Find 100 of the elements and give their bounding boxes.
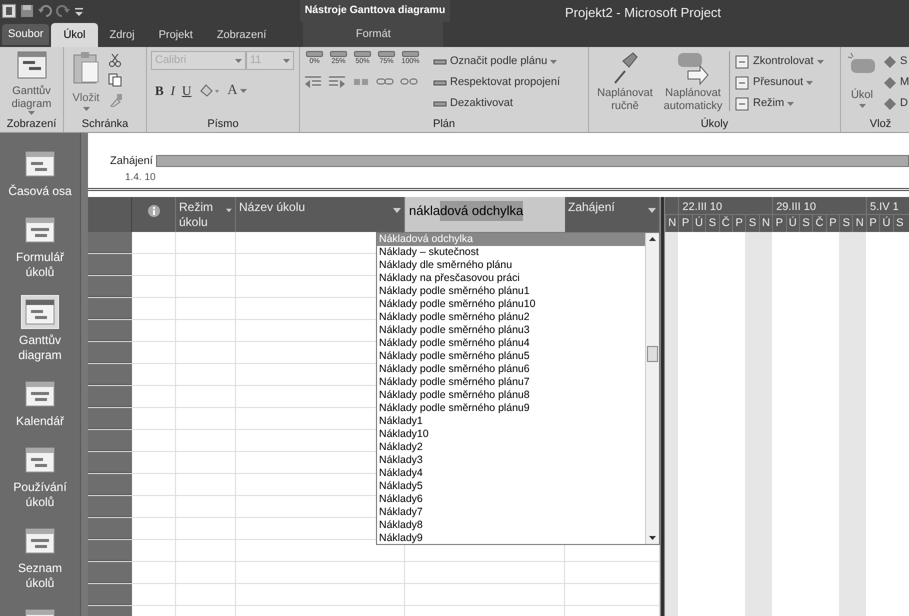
command-icon xyxy=(734,74,750,90)
row-header[interactable] xyxy=(88,474,132,495)
day-label: P xyxy=(682,216,690,232)
column-header[interactable]: Režim úkolu xyxy=(176,197,236,232)
command-icon xyxy=(883,96,897,110)
caret-icon xyxy=(82,106,90,110)
group-label: Písmo xyxy=(207,116,239,132)
file-tab[interactable]: Soubor xyxy=(2,24,50,45)
dropdown-option[interactable]: Náklady podle směrného plánu9 xyxy=(377,402,645,415)
dropdown-option[interactable]: Náklady dle směrného plánu xyxy=(377,259,645,272)
pane-splitter[interactable] xyxy=(660,197,665,616)
format-button[interactable]: B xyxy=(155,80,164,100)
ribbon-command[interactable]: Označit podle plánu xyxy=(433,51,560,72)
format-button[interactable]: I xyxy=(170,80,176,100)
scrollbar[interactable] xyxy=(645,233,659,544)
dropdown-option[interactable]: Náklady10 xyxy=(377,428,645,441)
view-button[interactable]: Používání úkolů xyxy=(2,444,78,510)
row-header[interactable] xyxy=(88,364,132,385)
view-button[interactable]: Časová osa xyxy=(2,148,78,199)
caret-icon xyxy=(235,58,242,62)
day-label: Ú xyxy=(788,216,797,232)
dropdown-option[interactable]: Náklady podle směrného plánu5 xyxy=(377,350,645,363)
row-header[interactable] xyxy=(88,254,132,275)
paint-bucket-icon xyxy=(198,82,220,98)
view-button[interactable]: Ganttův diagram xyxy=(2,295,78,363)
group-label: Plán xyxy=(432,116,456,132)
dropdown-option[interactable]: Náklady podle směrného plánu6 xyxy=(377,363,645,376)
dropdown-option[interactable]: Náklady2 xyxy=(377,441,645,454)
dropdown-option[interactable]: Náklady podle směrného plánu7 xyxy=(377,376,645,389)
row-header[interactable] xyxy=(88,408,132,429)
row-header[interactable] xyxy=(88,584,132,605)
row-header[interactable] xyxy=(88,452,132,473)
ribbon-command[interactable]: Dezaktivovat xyxy=(433,93,560,114)
group-label: Úkoly xyxy=(700,116,728,132)
schedule-button[interactable]: Naplánovat automaticky xyxy=(661,51,725,113)
day-label: S xyxy=(802,216,810,232)
scissors-icon xyxy=(108,53,122,67)
row-header[interactable] xyxy=(88,342,132,363)
scroll-thumb[interactable] xyxy=(647,346,658,362)
ribbon-tab[interactable]: Úkol xyxy=(51,23,98,47)
row-header[interactable] xyxy=(88,232,132,253)
brush-icon xyxy=(108,93,124,107)
caret-icon xyxy=(816,60,824,64)
dropdown-option[interactable]: Náklady podle směrného plánu8 xyxy=(377,389,645,402)
dropdown-option[interactable]: Nákladová odchylka xyxy=(377,233,645,246)
ribbon-command[interactable]: D xyxy=(883,93,909,114)
row-header[interactable] xyxy=(88,430,132,451)
dropdown-option[interactable]: Náklady1 xyxy=(377,415,645,428)
command-icon xyxy=(734,54,750,70)
ribbon-command[interactable]: M xyxy=(883,72,909,93)
caret-icon xyxy=(283,58,290,62)
paste-button[interactable]: Vložit xyxy=(68,51,104,110)
dropdown-option[interactable]: Náklady – skutečnost xyxy=(377,246,645,259)
row-header[interactable] xyxy=(88,562,132,583)
dropdown-option[interactable]: Náklady podle směrného plánu4 xyxy=(377,337,645,350)
ribbon-tab[interactable]: Zdroj xyxy=(98,23,147,47)
ribbon-command[interactable]: Zkontrolovat xyxy=(734,51,824,72)
day-label: Ú xyxy=(882,216,890,232)
schedule-button[interactable]: Naplánovat ručně xyxy=(593,51,657,113)
dropdown-option[interactable]: Náklady5 xyxy=(377,480,645,493)
row-header[interactable] xyxy=(88,518,132,539)
ribbon-tab[interactable]: Formát xyxy=(303,22,444,47)
dropdown-option[interactable]: Náklady4 xyxy=(377,467,645,480)
format-button[interactable]: U xyxy=(182,80,192,100)
dropdown-option[interactable]: Náklady podle směrného plánu2 xyxy=(377,311,645,324)
task-arrow-icon xyxy=(676,51,710,87)
ribbon-command[interactable]: S xyxy=(883,51,909,72)
ribbon-tab[interactable]: Projekt xyxy=(146,23,205,47)
view-button[interactable]: Formulář úkolů xyxy=(2,214,78,280)
ribbon-command[interactable]: Respektovat propojení xyxy=(433,72,560,93)
font-color-button[interactable]: A xyxy=(227,80,247,101)
dropdown-option[interactable]: Náklady3 xyxy=(377,454,645,467)
day-label: S xyxy=(896,216,904,232)
dropdown-option[interactable]: Náklady podle směrného plánu1 xyxy=(377,285,645,298)
task-button[interactable]: Úkol xyxy=(845,51,879,108)
dropdown-option[interactable]: Náklady podle směrného plánu3 xyxy=(377,324,645,337)
week-label: 5.IV 1 xyxy=(870,201,899,213)
row-header[interactable] xyxy=(88,496,132,517)
view-button[interactable]: Seznam úkolů xyxy=(2,525,78,591)
caret-icon xyxy=(550,60,558,64)
command-icon xyxy=(883,54,897,68)
column-name-field[interactable]: nákladová odchylka xyxy=(405,197,565,232)
dropdown-option[interactable]: Náklady9 xyxy=(377,532,645,544)
dropdown-option[interactable]: Náklady8 xyxy=(377,519,645,532)
day-label: N xyxy=(668,216,676,232)
row-header[interactable] xyxy=(88,320,132,341)
ribbon-command[interactable]: Přesunout xyxy=(734,72,824,93)
dropdown-option[interactable]: Náklady podle směrného plánu10 xyxy=(377,298,645,311)
ribbon-tab[interactable]: Zobrazení xyxy=(204,23,278,47)
dropdown-option[interactable]: Náklady na přesčasovou práci xyxy=(377,272,645,285)
gantt-chart-button[interactable]: Ganttův diagram xyxy=(4,51,59,115)
view-button[interactable]: Kalendář xyxy=(2,378,78,429)
row-header[interactable] xyxy=(88,298,132,319)
dropdown-option[interactable]: Náklady7 xyxy=(377,506,645,519)
row-header[interactable] xyxy=(88,276,132,297)
dropdown-option[interactable]: Náklady6 xyxy=(377,493,645,506)
row-header[interactable] xyxy=(88,386,132,407)
row-header[interactable] xyxy=(88,540,132,561)
caret-icon xyxy=(858,104,866,108)
ribbon-command[interactable]: Režim xyxy=(734,93,824,114)
